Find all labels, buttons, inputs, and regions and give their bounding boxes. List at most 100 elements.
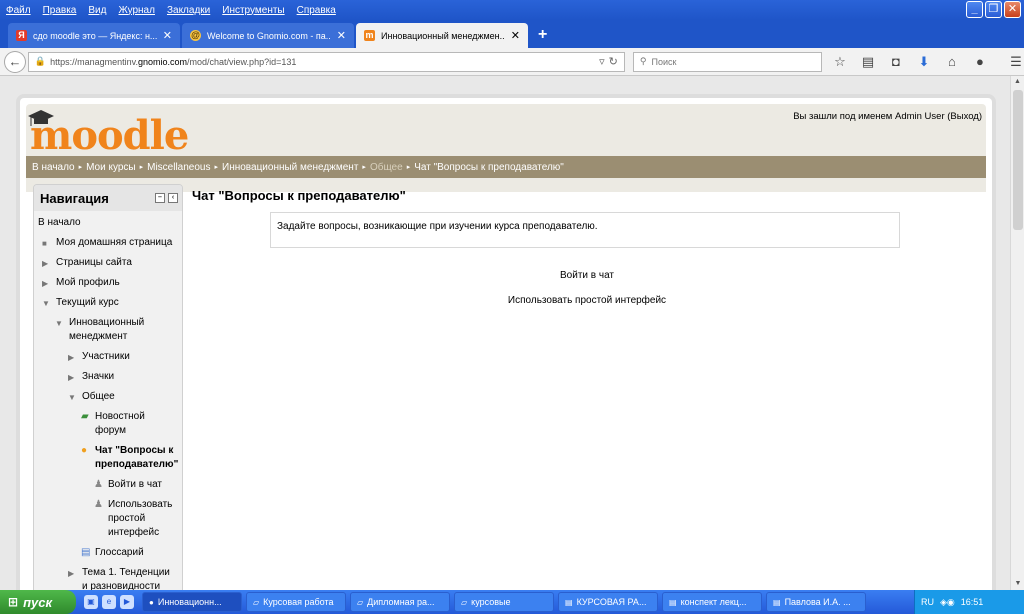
breadcrumb-category[interactable]: Miscellaneous xyxy=(147,162,210,173)
restore-button[interactable]: ❐ xyxy=(985,1,1002,18)
url-text: https://managmentinv.gnomio.com/mod/chat… xyxy=(50,56,297,67)
enter-chat-link[interactable]: Войти в чат xyxy=(192,270,982,281)
menu-file[interactable]: Файл xyxy=(6,5,31,16)
nav-item[interactable]: ▤ Глоссарий xyxy=(38,543,182,563)
close-tab-icon[interactable]: ✕ xyxy=(337,29,346,42)
nav-item[interactable]: ▶ Тема 1. Тенденции и разновидности разви… xyxy=(38,563,182,590)
collapsed-arrow-icon[interactable]: ▶ xyxy=(42,257,48,271)
folder-icon: ▱ xyxy=(357,597,364,607)
lock-icon: 🔒 xyxy=(34,56,47,66)
nav-item-label: Чат "Вопросы к преподавателю" xyxy=(95,445,179,470)
simple-interface-link[interactable]: Использовать простой интерфейс xyxy=(192,295,982,306)
ie-icon[interactable]: e xyxy=(102,595,116,609)
nav-item[interactable]: ▶ Значки xyxy=(38,367,182,387)
taskbar-task[interactable]: ▱ курсовые xyxy=(454,592,554,612)
taskbar-task-label: курсовые xyxy=(471,597,511,607)
nav-item-label: В начало xyxy=(38,217,81,228)
nav-item[interactable]: ♟ Использовать простой интерфейс xyxy=(38,495,182,543)
nav-item[interactable]: В начало xyxy=(38,213,182,233)
navigation-block: Навигация – ‹ В начало ■ Моя домашняя стра… xyxy=(33,184,183,590)
nav-item[interactable]: ▼ Общее xyxy=(38,387,182,407)
collapsed-arrow-icon[interactable]: ▶ xyxy=(68,371,74,385)
taskbar-task[interactable]: ● Инновационн... xyxy=(142,592,242,612)
gnomio-icon: @ xyxy=(190,30,201,41)
nav-item[interactable]: ▼ Инновационный менеджмент xyxy=(38,313,182,347)
taskbar-task[interactable]: ▤ КУРСОВАЯ РА... xyxy=(558,592,658,612)
scroll-up-icon[interactable]: ▲ xyxy=(1011,76,1024,88)
back-button[interactable]: ← xyxy=(4,50,26,73)
nav-item[interactable]: ▶ Страницы сайта xyxy=(38,253,182,273)
taskbar-task[interactable]: ▤ конспект лекц... xyxy=(662,592,762,612)
collapsed-arrow-icon[interactable]: ▶ xyxy=(68,351,74,365)
breadcrumb-my-courses[interactable]: Мои курсы xyxy=(86,162,136,173)
search-input[interactable]: ⚲ Поиск xyxy=(632,51,822,72)
breadcrumb-section[interactable]: Общее xyxy=(370,162,403,173)
clock: 16:51 xyxy=(960,597,984,607)
dropdown-arrow-icon[interactable]: ▿ xyxy=(599,55,605,68)
menu-edit[interactable]: Правка xyxy=(43,5,77,16)
scroll-down-icon[interactable]: ▼ xyxy=(1011,578,1024,590)
taskbar-task-label: Павлова И.А. ... xyxy=(784,597,851,607)
download-icon[interactable]: ⬇ xyxy=(916,54,932,70)
media-icon[interactable]: ▶ xyxy=(120,595,134,609)
taskbar-task[interactable]: ▤ Павлова И.А. ... xyxy=(766,592,866,612)
breadcrumb-course[interactable]: Инновационный менеджмент xyxy=(222,162,358,173)
minimize-button[interactable]: _ xyxy=(966,1,983,18)
nav-item-label: Страницы сайта xyxy=(56,257,132,268)
nav-item[interactable]: ▰ Новостной форум xyxy=(38,407,182,441)
nav-item[interactable]: ● Чат "Вопросы к преподавателю" xyxy=(38,441,182,475)
expanded-arrow-icon[interactable]: ▼ xyxy=(55,317,63,331)
nav-item[interactable]: ▼ Текущий курс xyxy=(38,293,182,313)
taskbar-task-label: Дипломная ра... xyxy=(367,597,435,607)
desktop-icon[interactable]: ▣ xyxy=(84,595,98,609)
collapsed-arrow-icon[interactable]: ▶ xyxy=(42,277,48,291)
folder-icon: ▱ xyxy=(253,597,260,607)
collapsed-arrow-icon[interactable]: ▶ xyxy=(68,567,74,581)
bookmark-star-icon[interactable]: ☆ xyxy=(832,54,848,70)
address-bar[interactable]: 🔒 https://managmentinv.gnomio.com/mod/ch… xyxy=(27,51,625,72)
moodle-logo[interactable]: moodle xyxy=(28,110,189,159)
start-button[interactable]: ⊞ пуск xyxy=(0,590,76,614)
navigation-tree: В начало ■ Моя домашняя страница ▶ Страницы … xyxy=(34,211,182,590)
pocket-icon[interactable]: ◘ xyxy=(888,54,904,70)
close-tab-icon[interactable]: ✕ xyxy=(163,29,172,42)
expanded-arrow-icon[interactable]: ▼ xyxy=(42,297,50,311)
expanded-arrow-icon[interactable]: ▼ xyxy=(68,391,76,405)
quick-launch: ▣ e ▶ xyxy=(84,595,134,609)
user-icon: ♟ xyxy=(94,499,103,510)
new-tab-button[interactable]: + xyxy=(538,26,547,44)
menu-tools[interactable]: Инструменты xyxy=(222,5,284,16)
nav-item[interactable]: ■ Моя домашняя страница xyxy=(38,233,182,253)
language-indicator[interactable]: RU xyxy=(921,597,934,607)
page-header: moodle Вы зашли под именем Admin User (В… xyxy=(26,104,986,192)
reading-list-icon[interactable]: ▤ xyxy=(860,54,876,70)
menu-view[interactable]: Вид xyxy=(88,5,106,16)
breadcrumb-home[interactable]: В начало xyxy=(32,162,75,173)
reload-icon[interactable]: ↻ xyxy=(609,55,618,68)
menu-help[interactable]: Справка xyxy=(297,5,336,16)
hamburger-menu-icon[interactable]: ☰ xyxy=(1008,54,1024,70)
vertical-scrollbar[interactable]: ▲ ▼ xyxy=(1010,76,1024,590)
nav-item[interactable]: ▶ Участники xyxy=(38,347,182,367)
scroll-thumb[interactable] xyxy=(1013,90,1023,230)
tab-yandex[interactable]: Я сдо moodle это — Яндекс: н... ✕ xyxy=(8,23,180,48)
collapse-block-icon[interactable]: – xyxy=(155,193,165,203)
tab-gnomio[interactable]: @ Welcome to Gnomio.com - па... ✕ xyxy=(182,23,354,48)
menu-history[interactable]: Журнал xyxy=(118,5,155,16)
chat-bubble-icon[interactable]: ● xyxy=(972,54,988,70)
home-icon[interactable]: ⌂ xyxy=(944,54,960,70)
menu-bookmarks[interactable]: Закладки xyxy=(167,5,210,16)
user-icon: ♟ xyxy=(94,479,103,490)
breadcrumb: В начало ▸ Мои курсы ▸ Miscellaneous ▸ Инно… xyxy=(26,156,986,178)
dock-block-icon[interactable]: ‹ xyxy=(168,193,178,203)
tab-moodle[interactable]: m Инновационный менеджмен... ✕ xyxy=(356,23,528,48)
nav-item[interactable]: ♟ Войти в чат xyxy=(38,475,182,495)
nav-item-label: Новостной форум xyxy=(95,411,145,436)
taskbar-task-label: Инновационн... xyxy=(157,597,222,607)
taskbar-task[interactable]: ▱ Дипломная ра... xyxy=(350,592,450,612)
close-tab-icon[interactable]: ✕ xyxy=(511,29,520,42)
nav-item[interactable]: ▶ Мой профиль xyxy=(38,273,182,293)
taskbar-task[interactable]: ▱ Курсовая работа xyxy=(246,592,346,612)
login-info[interactable]: Вы зашли под именем Admin User (Выход) xyxy=(793,111,982,122)
close-window-button[interactable]: ✕ xyxy=(1004,1,1021,18)
